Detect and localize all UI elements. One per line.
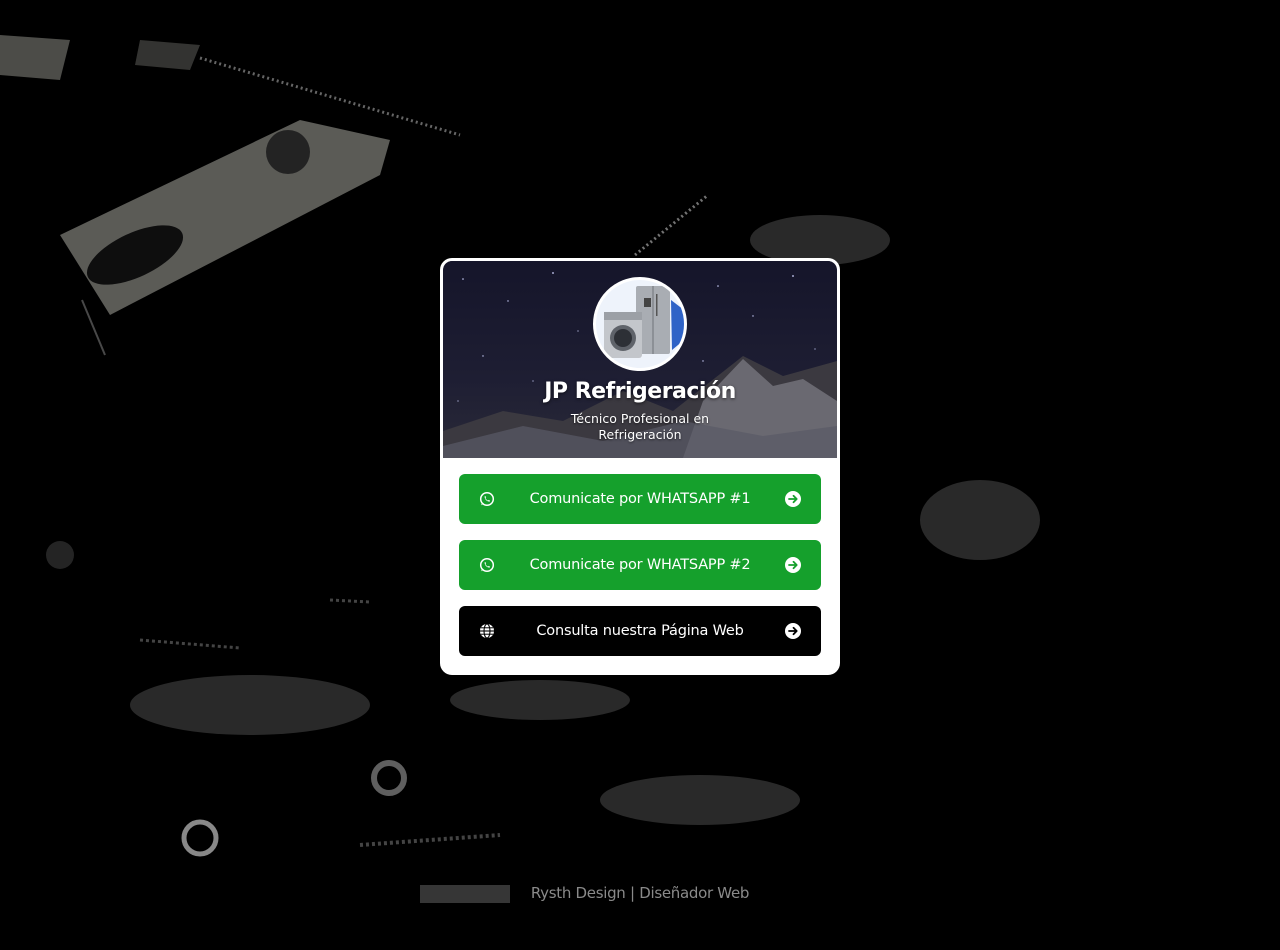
globe-icon: [480, 623, 494, 639]
website-label: Consulta nuestra Página Web: [536, 623, 744, 639]
whatsapp-icon: [479, 557, 495, 573]
arrow-right-circle-icon: [785, 557, 801, 573]
profile-header: JP Refrigeración Técnico Profesional en …: [443, 261, 837, 458]
appliances-icon: [596, 280, 684, 368]
whatsapp-2-button[interactable]: Comunicate por WHATSAPP #2: [459, 540, 821, 590]
website-button[interactable]: Consulta nuestra Página Web: [459, 606, 821, 656]
profile-card: JP Refrigeración Técnico Profesional en …: [440, 258, 840, 675]
arrow-right-circle-icon: [785, 491, 801, 507]
whatsapp-1-label: Comunicate por WHATSAPP #1: [529, 491, 751, 507]
arrow-right-circle-icon: [785, 623, 801, 639]
brand-subtitle: Técnico Profesional en Refrigeración: [570, 411, 710, 442]
footer-credit[interactable]: Rysth Design | Diseñador Web: [0, 884, 1280, 902]
brand-name: JP Refrigeración: [544, 379, 736, 404]
whatsapp-1-button[interactable]: Comunicate por WHATSAPP #1: [459, 474, 821, 524]
whatsapp-2-label: Comunicate por WHATSAPP #2: [529, 557, 751, 573]
appliances-avatar: [593, 277, 687, 371]
whatsapp-icon: [479, 491, 495, 507]
